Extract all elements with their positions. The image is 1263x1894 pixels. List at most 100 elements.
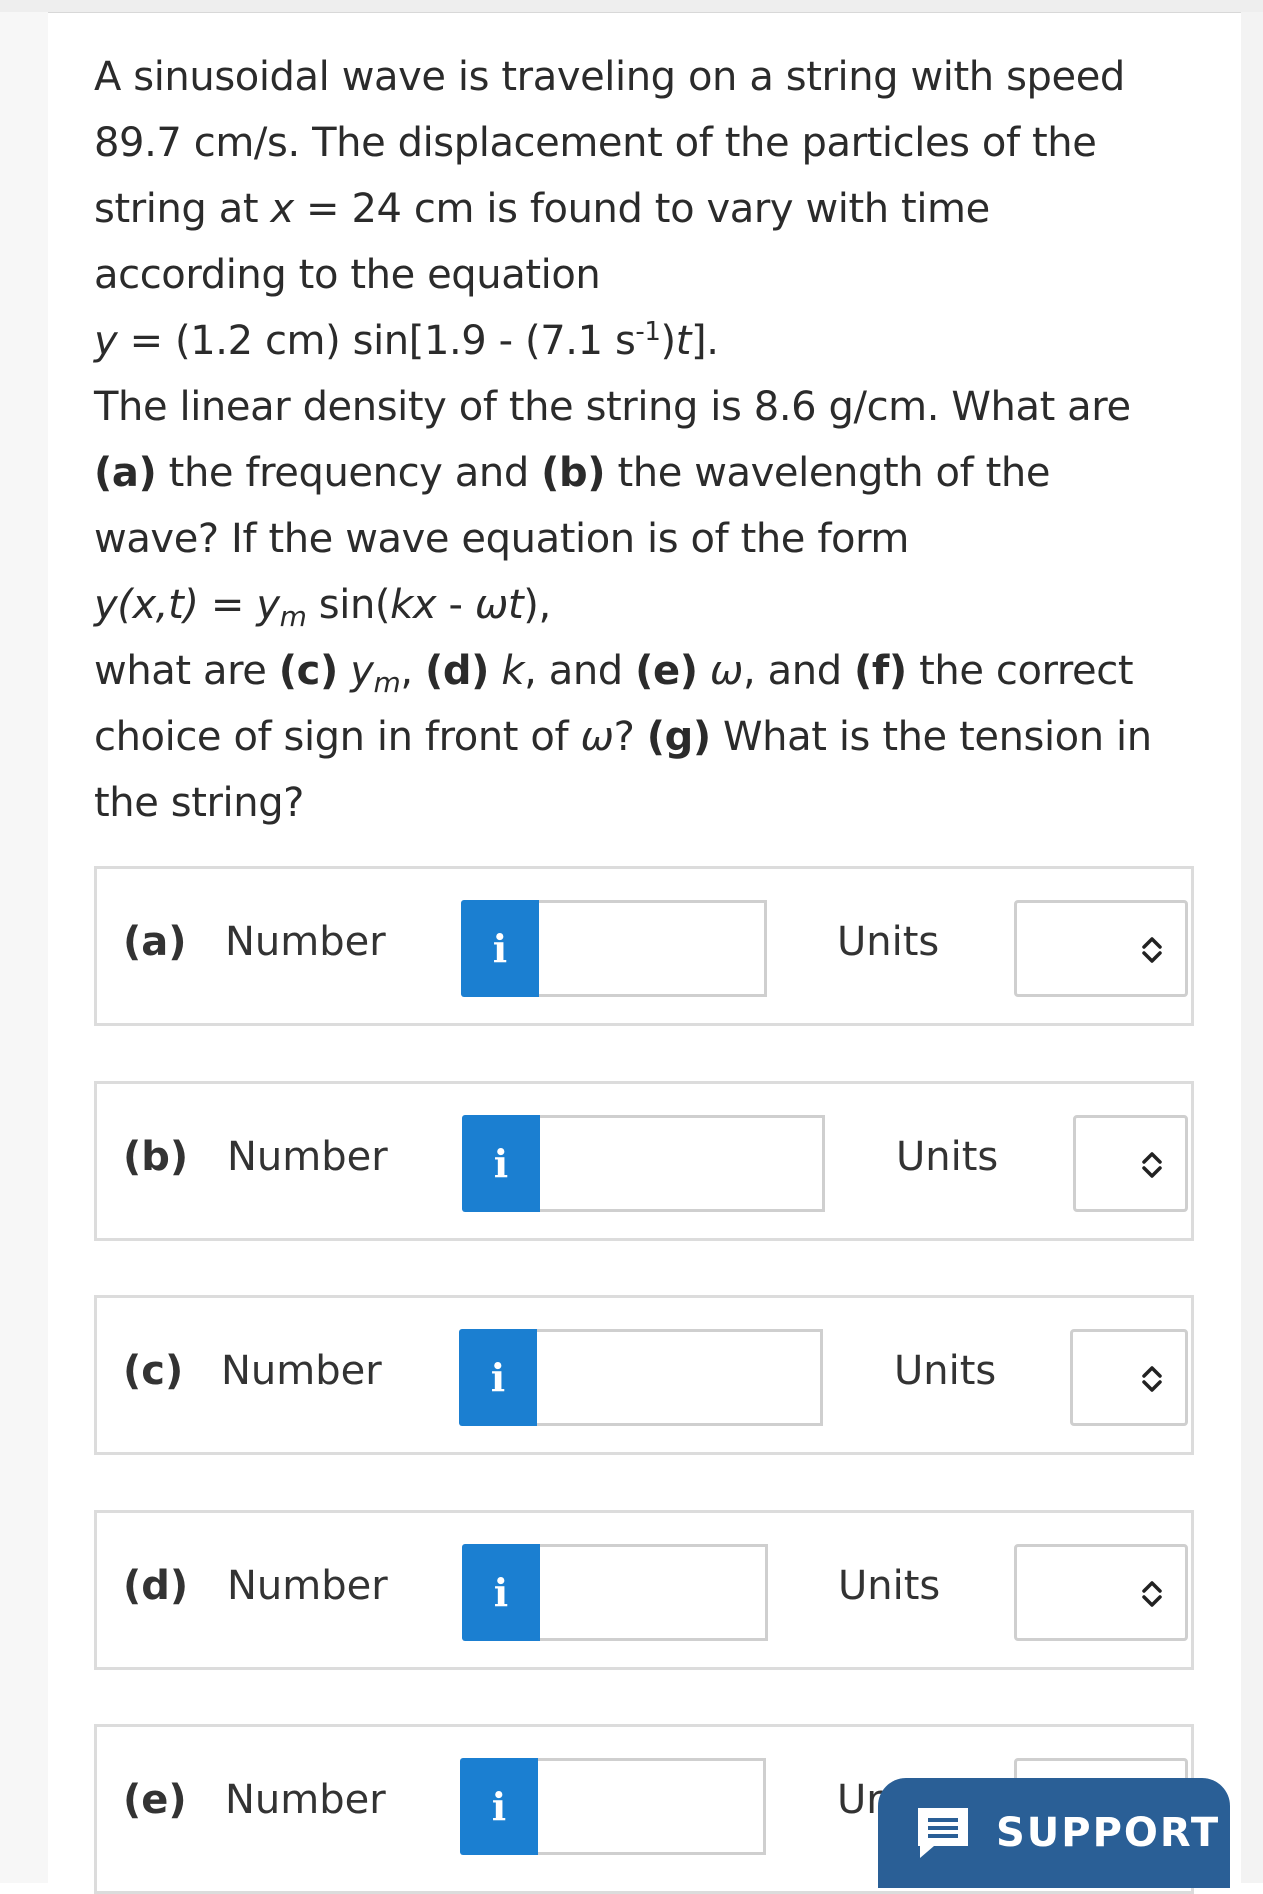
number-label: Number (227, 1563, 388, 1609)
info-icon-button[interactable]: i (462, 1544, 540, 1641)
units-label: Ur (837, 1777, 883, 1823)
part-label: (g) (646, 714, 711, 760)
question-text: A sinusoidal wave is traveling on a stri… (94, 44, 1214, 836)
support-label: SUPPORT (996, 1810, 1221, 1856)
answer-row-c: (c) Number i Units (94, 1295, 1194, 1455)
question-text-span: wave? If the wave equation is of the for… (94, 516, 909, 562)
equation-text: ]. (691, 318, 719, 364)
equation-italic: kx (390, 582, 437, 628)
info-icon: i (493, 1570, 509, 1615)
answer-row-b: (b) Number i Units (94, 1081, 1194, 1241)
info-icon-button[interactable]: i (460, 1758, 538, 1855)
question-line: A sinusoidal wave is traveling on a stri… (94, 44, 1214, 110)
question-text-span: choice of sign in front of (94, 714, 581, 760)
part-label: (a) (94, 450, 157, 496)
number-label: Number (227, 1134, 388, 1180)
equation-text: ) (660, 318, 677, 364)
part-label: (e) (123, 1777, 187, 1823)
equation-given: y = (1.2 cm) sin[1.9 - (7.1 s-1)t]. (94, 308, 1214, 374)
equation-form: y(x,t) = ym sin(kx - ωt), (94, 572, 1214, 638)
part-label: (e) (635, 648, 698, 694)
question-line: choice of sign in front of ω? (g) What i… (94, 704, 1214, 770)
question-line: 89.7 cm/s. The displacement of the parti… (94, 110, 1214, 176)
question-line: according to the equation (94, 242, 1214, 308)
variable-y: y (350, 648, 374, 694)
question-text-span: the frequency and (156, 450, 542, 496)
info-icon-button[interactable]: i (459, 1329, 537, 1426)
question-text-span: , and (524, 648, 636, 694)
part-label: (a) (123, 919, 187, 965)
question-text-span: What is the tension in (710, 714, 1152, 760)
equation-text: - (436, 582, 475, 628)
question-line: The linear density of the string is 8.6 … (94, 374, 1214, 440)
top-bar (0, 0, 1263, 13)
part-label: (c) (123, 1348, 184, 1394)
question-text-span: what are (94, 648, 279, 694)
subscript-m: m (279, 600, 307, 633)
info-icon: i (493, 1141, 509, 1186)
question-text-span: string at (94, 186, 271, 232)
answer-row-d: (d) Number i Units (94, 1510, 1194, 1670)
question-text-span (698, 648, 710, 694)
number-input[interactable] (537, 1329, 823, 1426)
units-label: Units (894, 1348, 997, 1394)
chevron-updown-icon (1142, 1581, 1162, 1607)
part-label: (d) (425, 648, 489, 694)
equation-text: = (198, 582, 257, 628)
variable-x: x (270, 186, 294, 232)
chevron-updown-icon (1142, 1152, 1162, 1178)
variable-k: k (501, 648, 525, 694)
subscript-m: m (373, 666, 401, 699)
part-label: (b) (123, 1134, 189, 1180)
number-input[interactable] (540, 1115, 825, 1212)
equation-italic: y(x,t) (94, 582, 199, 628)
chat-icon (918, 1808, 968, 1858)
info-icon-button[interactable]: i (461, 900, 539, 997)
question-text-span: ? (613, 714, 647, 760)
units-select[interactable] (1073, 1115, 1188, 1212)
question-text-span: The linear density of the string is 8.6 … (94, 384, 1131, 430)
variable-y: y (94, 318, 118, 364)
equation-text: sin( (306, 582, 391, 628)
units-select[interactable] (1014, 1544, 1188, 1641)
info-icon-button[interactable]: i (462, 1115, 540, 1212)
question-line: the string? (94, 770, 1214, 836)
part-label: (d) (123, 1563, 189, 1609)
number-label: Number (225, 1777, 386, 1823)
question-text-span: the string? (94, 780, 305, 826)
units-label: Units (838, 1563, 941, 1609)
variable-t: t (675, 318, 692, 364)
question-text-span: the correct (906, 648, 1134, 694)
equation-text: ), (523, 582, 551, 628)
variable-omega: ω (709, 648, 744, 694)
variable-omega: ω (580, 714, 614, 760)
question-text-span: , (400, 648, 425, 694)
info-icon: i (492, 926, 508, 971)
number-label: Number (225, 919, 386, 965)
question-line: (a) the frequency and (b) the wavelength… (94, 440, 1214, 506)
question-text-span: A sinusoidal wave is traveling on a stri… (94, 54, 1125, 100)
equation-text: = (1.2 cm) sin[1.9 - (7.1 s (117, 318, 636, 364)
units-select[interactable] (1070, 1329, 1188, 1426)
number-label: Number (221, 1348, 382, 1394)
number-input[interactable] (540, 1544, 768, 1641)
info-icon: i (491, 1784, 507, 1829)
chevron-updown-icon (1142, 937, 1162, 963)
question-text-span: , and (743, 648, 855, 694)
equation-italic: ωt (474, 582, 524, 628)
left-margin (0, 12, 48, 1883)
question-line: string at x = 24 cm is found to vary wit… (94, 176, 1214, 242)
number-input[interactable] (539, 900, 767, 997)
answer-row-a: (a) Number i Units (94, 866, 1194, 1026)
question-text-span: according to the equation (94, 252, 601, 298)
number-input[interactable] (538, 1758, 766, 1855)
units-label: Units (837, 919, 940, 965)
units-select[interactable] (1014, 900, 1188, 997)
support-button[interactable]: SUPPORT (878, 1778, 1230, 1888)
question-text-span: = 24 cm is found to vary with time (293, 186, 990, 232)
question-text-span (338, 648, 350, 694)
question-line: what are (c) ym, (d) k, and (e) ω, and (… (94, 638, 1214, 704)
part-label: (f) (854, 648, 907, 694)
variable-y: y (256, 582, 280, 628)
chevron-updown-icon (1142, 1366, 1162, 1392)
